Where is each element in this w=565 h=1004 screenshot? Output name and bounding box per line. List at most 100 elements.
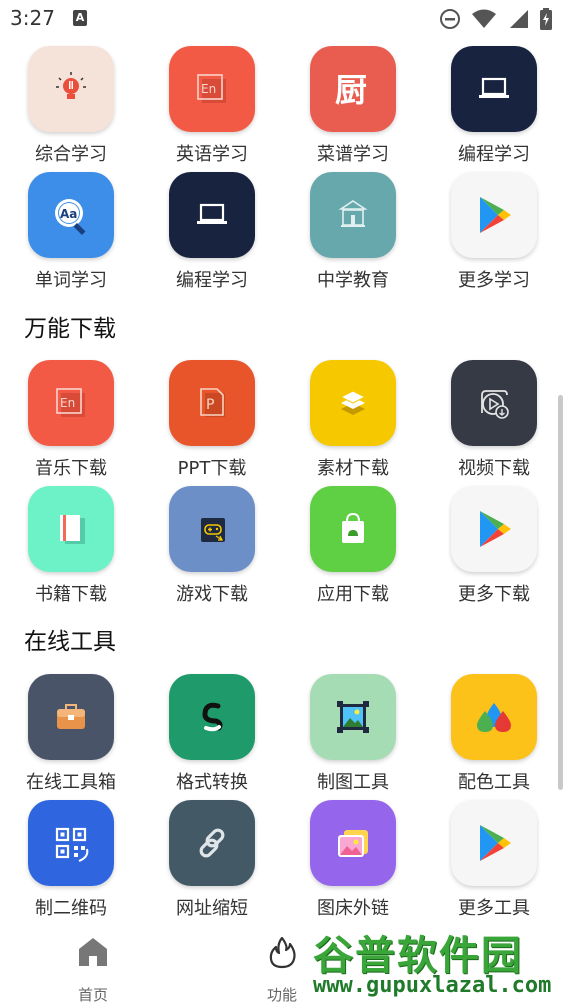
item-label: 制二维码 — [35, 898, 107, 919]
watermark-url: www.gupuxlazal.com — [313, 973, 552, 998]
grid-item-image-hosting[interactable]: 图床外链 — [298, 800, 408, 919]
grid-item-middle-school-education[interactable]: 中学教育 — [298, 172, 408, 291]
grid-item-app-download[interactable]: 应用下载 — [298, 486, 408, 605]
grid-item-english-learning[interactable]: En 英语学习 — [157, 46, 267, 165]
grid-item-more-learning[interactable]: 更多学习 — [439, 172, 549, 291]
tile — [28, 800, 114, 886]
grid-item-format-conversion[interactable]: 格式转换 — [157, 674, 267, 793]
tile — [28, 46, 114, 132]
grid-item-qr-code-maker[interactable]: 制二维码 — [16, 800, 126, 919]
scrollbar[interactable] — [558, 395, 563, 790]
link-icon — [199, 828, 225, 858]
grid-item-comprehensive-learning[interactable]: 综合学习 — [16, 46, 126, 165]
toolbox-icon — [57, 704, 85, 729]
item-label: 在线工具箱 — [26, 772, 116, 793]
grid-item-programming-learning[interactable]: 编程学习 — [439, 46, 549, 165]
chu-character-icon: 厨 — [335, 71, 367, 109]
item-label: 视频下载 — [458, 458, 530, 479]
grid-item-book-download[interactable]: 书籍下载 — [16, 486, 126, 605]
item-label: 书籍下载 — [35, 584, 107, 605]
item-label: 综合学习 — [35, 144, 107, 165]
grid-item-online-toolbox[interactable]: 在线工具箱 — [16, 674, 126, 793]
item-label: 配色工具 — [458, 772, 530, 793]
tile: En — [169, 46, 255, 132]
convert-icon — [202, 702, 223, 732]
tile — [169, 800, 255, 886]
tile: En — [28, 360, 114, 446]
flame-icon — [269, 936, 296, 969]
grid-item-more-tools[interactable]: 更多工具 — [439, 800, 549, 919]
status-icons — [439, 8, 553, 30]
item-label: 菜谱学习 — [317, 144, 389, 165]
tile — [451, 486, 537, 572]
grid-item-programming-learning-2[interactable]: 编程学习 — [157, 172, 267, 291]
item-label: PPT下载 — [177, 458, 247, 479]
tile: P — [169, 360, 255, 446]
svg-text:厨: 厨 — [335, 71, 367, 109]
grid-item-video-download[interactable]: 视频下载 — [439, 360, 549, 479]
item-label: 更多下载 — [458, 584, 530, 605]
tile — [169, 486, 255, 572]
item-label: 音乐下载 — [35, 458, 107, 479]
wifi-icon — [472, 9, 496, 28]
lightbulb-icon — [56, 72, 86, 99]
shopping-bag-icon — [342, 512, 364, 543]
tile: Aa — [28, 172, 114, 258]
magnifier-aa-icon: Aa — [55, 199, 86, 236]
grid-item-more-download[interactable]: 更多下载 — [439, 486, 549, 605]
laptop-icon — [197, 203, 227, 224]
grid-item-ppt-download[interactable]: P PPT下载 — [157, 360, 267, 479]
do-not-disturb-icon — [440, 9, 460, 29]
item-label: 素材下载 — [317, 458, 389, 479]
item-label: 中学教育 — [317, 270, 389, 291]
status-time: 3:27 — [10, 6, 55, 30]
grid-item-material-download[interactable]: 素材下载 — [298, 360, 408, 479]
video-download-icon — [481, 390, 509, 419]
grid-item-music-download[interactable]: En 音乐下载 — [16, 360, 126, 479]
grid-item-color-tool[interactable]: 配色工具 — [439, 674, 549, 793]
tile — [310, 674, 396, 760]
grid-item-recipe-learning[interactable]: 厨 菜谱学习 — [298, 46, 408, 165]
home-icon — [79, 938, 107, 966]
layers-icon — [339, 390, 367, 415]
tile — [310, 172, 396, 258]
tile — [169, 674, 255, 760]
gallery-icon — [338, 830, 368, 857]
item-label: 英语学习 — [176, 144, 248, 165]
play-store-icon — [480, 825, 511, 861]
item-label: 应用下载 — [317, 584, 389, 605]
battery-charging-icon — [540, 8, 552, 30]
item-label: 编程学习 — [458, 144, 530, 165]
color-drops-icon — [477, 703, 511, 732]
play-store-icon — [480, 511, 511, 547]
tile: 厨 — [310, 46, 396, 132]
nav-item-home[interactable]: 首页 — [43, 930, 143, 1004]
book-icon — [60, 515, 85, 544]
signal-icon — [510, 10, 528, 28]
ppt-icon: P — [200, 388, 225, 417]
svg-text:En: En — [60, 396, 75, 410]
item-label: 单词学习 — [35, 270, 107, 291]
grid-item-word-learning[interactable]: Aa 单词学习 — [16, 172, 126, 291]
svg-text:P: P — [206, 397, 214, 413]
tile — [28, 674, 114, 760]
tile — [451, 674, 537, 760]
grid-item-game-download[interactable]: 游戏下载 — [157, 486, 267, 605]
section-title-universal-download: 万能下载 — [24, 316, 116, 342]
picture-frame-icon — [337, 701, 369, 733]
item-label: 游戏下载 — [176, 584, 248, 605]
en-doc-icon: En — [197, 74, 226, 103]
watermark: 谷普软件园 www.gupuxlazal.com — [305, 915, 565, 1004]
grid-item-url-shortener[interactable]: 网址缩短 — [157, 800, 267, 919]
tile — [451, 360, 537, 446]
tile — [451, 46, 537, 132]
nav-label: 首页 — [77, 986, 108, 1004]
item-label: 格式转换 — [176, 772, 248, 793]
tile — [310, 486, 396, 572]
item-label: 更多学习 — [458, 270, 530, 291]
tile — [310, 800, 396, 886]
laptop-icon — [479, 77, 509, 98]
section-title-online-tools: 在线工具 — [24, 629, 116, 655]
grid-item-drawing-tool[interactable]: 制图工具 — [298, 674, 408, 793]
notification-a-icon: A — [73, 10, 87, 26]
